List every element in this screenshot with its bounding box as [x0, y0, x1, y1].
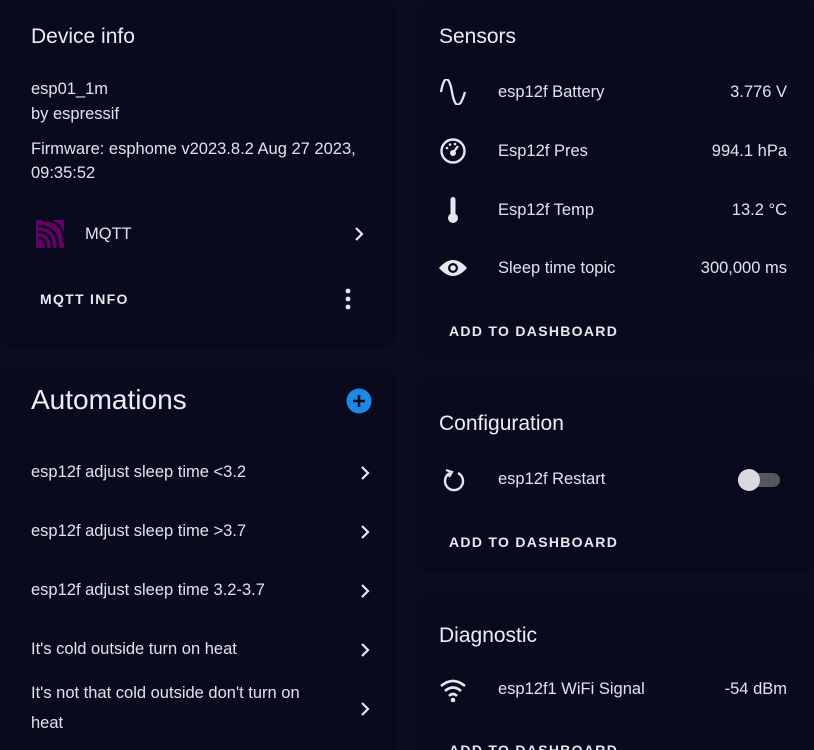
- mqtt-icon: [34, 218, 66, 250]
- automation-item[interactable]: It's not that cold outside don't turn on…: [0, 678, 396, 742]
- sensor-row[interactable]: Esp12f Temp 13.2 °C: [418, 184, 814, 236]
- sensor-name: Esp12f Pres: [498, 142, 588, 160]
- automation-item[interactable]: esp12f adjust sleep time >3.7: [0, 507, 396, 557]
- diagnostic-value: -54 dBm: [724, 680, 787, 698]
- automation-item[interactable]: esp12f adjust sleep time 3.2-3.7: [0, 566, 396, 616]
- sensor-row[interactable]: esp12f Battery 3.776 V: [418, 66, 814, 118]
- sensors-title: Sensors: [439, 25, 517, 48]
- chevron-right-icon: [361, 584, 370, 598]
- automations-card: Automations esp12f adjust sleep time <3.…: [0, 366, 396, 750]
- configuration-title: Configuration: [439, 412, 564, 435]
- config-row[interactable]: esp12f Restart: [418, 454, 814, 506]
- sensor-value: 13.2 °C: [731, 201, 787, 219]
- sine-wave-icon: [439, 79, 467, 105]
- automations-title: Automations: [31, 384, 187, 415]
- sensor-value: 994.1 hPa: [711, 142, 787, 160]
- gauge-icon: [439, 137, 467, 165]
- sensor-name: Esp12f Temp: [498, 201, 595, 219]
- automation-item[interactable]: esp12f adjust sleep time <3.2: [0, 448, 396, 498]
- chevron-right-icon: [361, 466, 370, 480]
- sensor-row[interactable]: Sleep time topic 300,000 ms: [418, 243, 814, 295]
- add-to-dashboard-button[interactable]: ADD TO DASHBOARD: [449, 323, 618, 339]
- mqtt-integration-row[interactable]: MQTT: [0, 210, 396, 258]
- restart-icon: [440, 466, 468, 494]
- device-info-card: Device info esp01_1m by espressif Firmwa…: [0, 0, 396, 348]
- automation-item[interactable]: It's cold outside turn on heat: [0, 625, 396, 675]
- chevron-right-icon: [355, 227, 364, 241]
- sensor-value: 300,000 ms: [700, 259, 787, 277]
- wifi-icon: [438, 676, 468, 704]
- automation-label-line-2: heat: [31, 714, 64, 732]
- firmware-line-1: Firmware: esphome v2023.8.2 Aug 27 2023,: [31, 140, 356, 158]
- diagnostic-row[interactable]: esp12f1 WiFi Signal -54 dBm: [418, 664, 814, 716]
- diagnostic-name: esp12f1 WiFi Signal: [498, 680, 645, 698]
- diagnostic-title: Diagnostic: [439, 624, 538, 647]
- sensor-name: esp12f Battery: [498, 83, 605, 101]
- add-automation-icon[interactable]: [346, 388, 372, 414]
- sensor-name: Sleep time topic: [498, 259, 616, 277]
- device-manufacturer: by espressif: [31, 105, 120, 123]
- configuration-card: Configuration esp12f Restart ADD TO DASH…: [418, 378, 814, 572]
- add-to-dashboard-button[interactable]: ADD TO DASHBOARD: [449, 534, 618, 550]
- eye-icon: [438, 257, 468, 279]
- toggle-knob: [738, 469, 760, 491]
- automation-label: esp12f adjust sleep time >3.7: [31, 522, 247, 540]
- chevron-right-icon: [361, 702, 370, 716]
- automation-label: esp12f adjust sleep time <3.2: [31, 463, 247, 481]
- device-info-title: Device info: [31, 25, 135, 48]
- automation-label-line-1: It's not that cold outside don't turn on: [31, 684, 300, 702]
- more-vertical-icon[interactable]: [338, 287, 358, 311]
- device-model: esp01_1m: [31, 80, 109, 98]
- chevron-right-icon: [361, 643, 370, 657]
- firmware-line-2: 09:35:52: [31, 164, 96, 182]
- chevron-right-icon: [361, 525, 370, 539]
- mqtt-label: MQTT: [85, 225, 132, 243]
- sensor-row[interactable]: Esp12f Pres 994.1 hPa: [418, 125, 814, 177]
- automation-label: esp12f adjust sleep time 3.2-3.7: [31, 581, 265, 599]
- automation-label: It's cold outside turn on heat: [31, 640, 237, 658]
- config-name: esp12f Restart: [498, 470, 606, 488]
- mqtt-info-button[interactable]: MQTT INFO: [40, 291, 129, 307]
- sensors-card: Sensors esp12f Battery 3.776 V Esp12f Pr…: [418, 0, 814, 358]
- thermometer-icon: [443, 196, 463, 224]
- add-to-dashboard-button[interactable]: ADD TO DASHBOARD: [449, 742, 618, 750]
- sensor-value: 3.776 V: [730, 83, 787, 101]
- diagnostic-card: Diagnostic esp12f1 WiFi Signal -54 dBm A…: [418, 594, 814, 750]
